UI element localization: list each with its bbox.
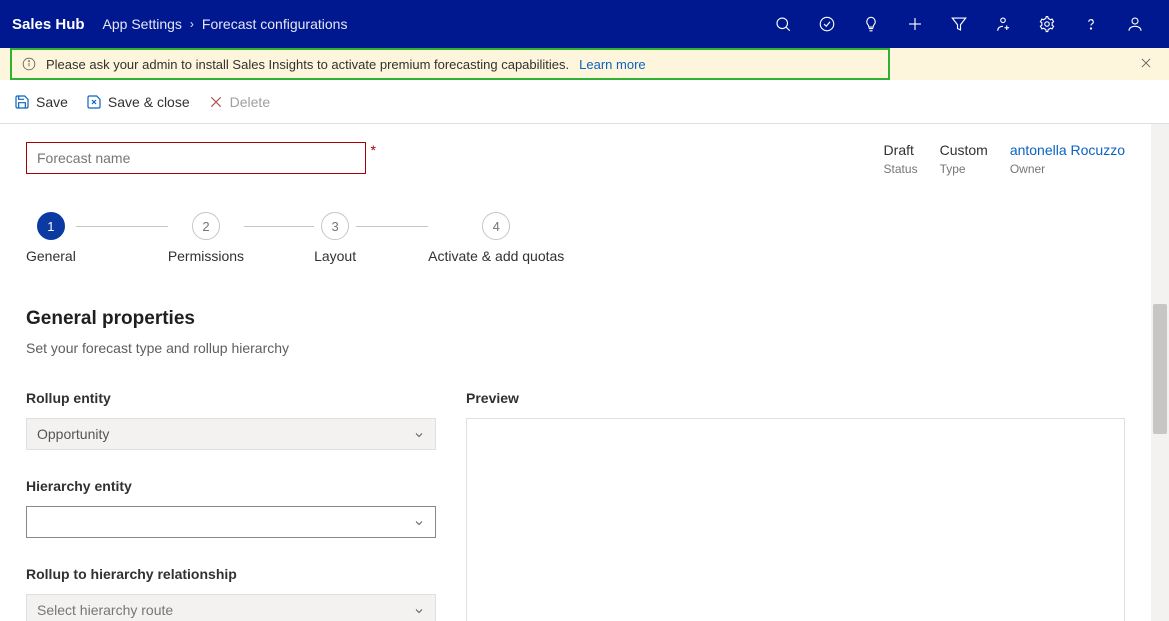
step-general[interactable]: 1 General xyxy=(26,212,76,264)
step-permissions[interactable]: 2 Permissions xyxy=(168,212,244,264)
owner-value[interactable]: antonella Rocuzzo xyxy=(1010,142,1125,158)
save-icon xyxy=(14,94,30,110)
step-number: 3 xyxy=(321,212,349,240)
save-button[interactable]: Save xyxy=(14,94,68,110)
step-layout[interactable]: 3 Layout xyxy=(314,212,356,264)
learn-more-link[interactable]: Learn more xyxy=(579,57,645,72)
preview-label: Preview xyxy=(466,390,1125,406)
chevron-down-icon xyxy=(413,428,425,444)
breadcrumb-item-1[interactable]: App Settings xyxy=(103,16,182,32)
status-value: Draft xyxy=(884,142,918,158)
command-bar: Save Save & close Delete xyxy=(0,80,1169,124)
step-number: 2 xyxy=(192,212,220,240)
section-subtitle: Set your forecast type and rollup hierar… xyxy=(26,340,1125,356)
scrollbar[interactable] xyxy=(1151,124,1169,621)
top-nav: Sales Hub App Settings › Forecast config… xyxy=(0,0,1169,48)
task-icon[interactable] xyxy=(805,0,849,48)
step-label: Permissions xyxy=(168,248,244,264)
settings-icon[interactable] xyxy=(1025,0,1069,48)
forecast-name-input[interactable] xyxy=(26,142,366,174)
help-icon[interactable] xyxy=(1069,0,1113,48)
notification-bar: Please ask your admin to install Sales I… xyxy=(0,48,1169,80)
step-number: 4 xyxy=(482,212,510,240)
lightbulb-icon[interactable] xyxy=(849,0,893,48)
wizard-stepper: 1 General 2 Permissions 3 Layout 4 Activ… xyxy=(26,212,1125,264)
chevron-down-icon xyxy=(413,604,425,620)
rollup-relationship-select: Select hierarchy route xyxy=(26,594,436,621)
rollup-entity-label: Rollup entity xyxy=(26,390,436,406)
breadcrumb: App Settings › Forecast configurations xyxy=(103,16,348,32)
filter-icon[interactable] xyxy=(937,0,981,48)
chevron-right-icon: › xyxy=(190,17,194,31)
type-label: Type xyxy=(940,162,988,176)
step-label: Activate & add quotas xyxy=(428,248,564,264)
chevron-down-icon xyxy=(413,516,425,532)
rollup-entity-value: Opportunity xyxy=(37,426,109,442)
content-area: * Draft Status Custom Type antonella Roc… xyxy=(0,124,1169,621)
add-icon[interactable] xyxy=(893,0,937,48)
info-icon xyxy=(22,57,36,71)
step-number: 1 xyxy=(37,212,65,240)
scroll-thumb[interactable] xyxy=(1153,304,1167,434)
delete-icon xyxy=(208,94,224,110)
save-close-icon xyxy=(86,94,102,110)
notification: Please ask your admin to install Sales I… xyxy=(10,48,890,80)
rollup-relationship-placeholder: Select hierarchy route xyxy=(37,602,173,618)
preview-panel: A preview shows here once the top of the… xyxy=(466,418,1125,621)
delete-button: Delete xyxy=(208,94,270,110)
breadcrumb-item-2[interactable]: Forecast configurations xyxy=(202,16,348,32)
status-label: Status xyxy=(884,162,918,176)
save-label: Save xyxy=(36,94,68,110)
section-title: General properties xyxy=(26,308,1125,330)
rollup-entity-select: Opportunity xyxy=(26,418,436,450)
search-icon[interactable] xyxy=(761,0,805,48)
step-label: Layout xyxy=(314,248,356,264)
record-meta: Draft Status Custom Type antonella Rocuz… xyxy=(884,142,1125,176)
type-value: Custom xyxy=(940,142,988,158)
user-icon[interactable] xyxy=(1113,0,1157,48)
delete-label: Delete xyxy=(230,94,270,110)
app-brand: Sales Hub xyxy=(12,16,85,33)
hierarchy-entity-label: Hierarchy entity xyxy=(26,478,436,494)
step-label: General xyxy=(26,248,76,264)
notification-text: Please ask your admin to install Sales I… xyxy=(46,57,569,72)
hierarchy-entity-select[interactable] xyxy=(26,506,436,538)
save-close-label: Save & close xyxy=(108,94,190,110)
required-icon: * xyxy=(371,142,376,158)
owner-label: Owner xyxy=(1010,162,1125,176)
close-icon[interactable] xyxy=(1139,56,1155,72)
rollup-relationship-label: Rollup to hierarchy relationship xyxy=(26,566,436,582)
assist-icon[interactable] xyxy=(981,0,1025,48)
save-close-button[interactable]: Save & close xyxy=(86,94,190,110)
step-activate[interactable]: 4 Activate & add quotas xyxy=(428,212,564,264)
